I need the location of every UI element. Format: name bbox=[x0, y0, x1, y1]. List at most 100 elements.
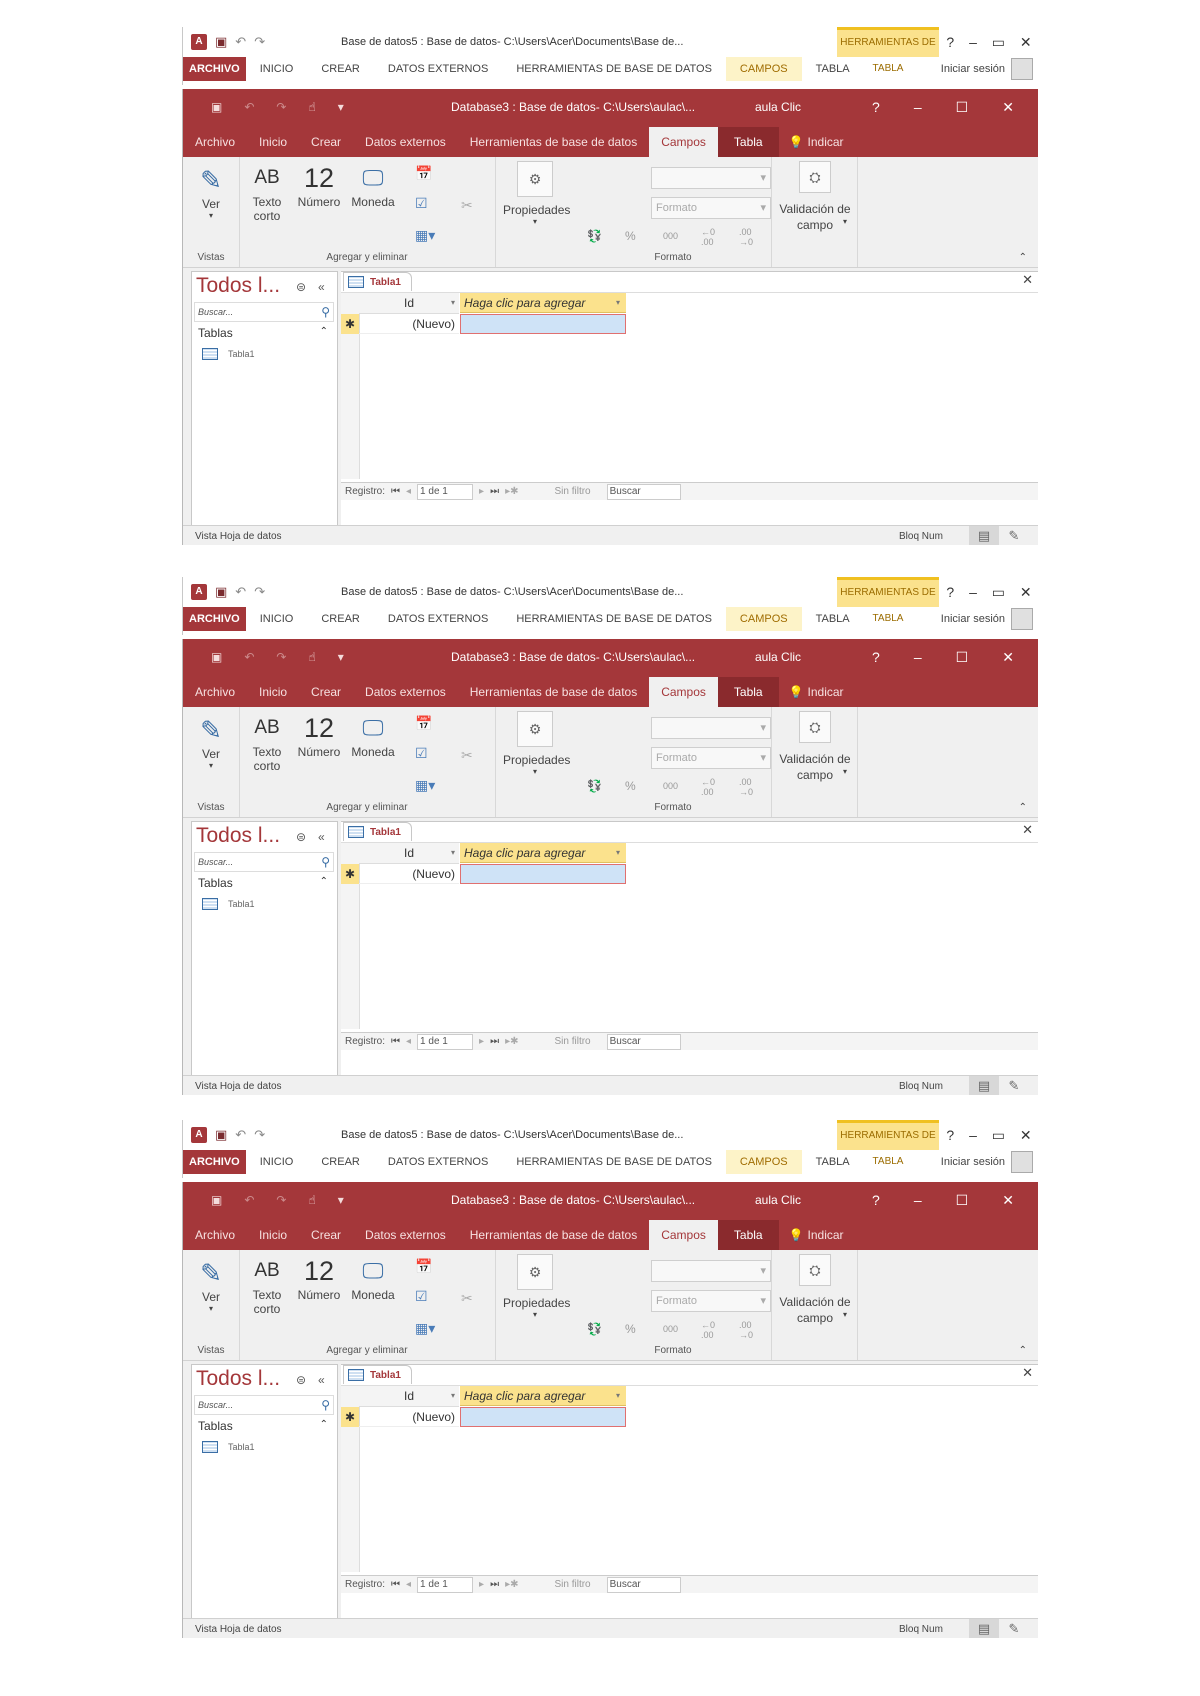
redo-icon[interactable]: ↷ bbox=[254, 1127, 265, 1143]
nav-pane-title[interactable]: Todos l... bbox=[196, 824, 280, 848]
redo-icon[interactable]: ↷ bbox=[276, 650, 286, 664]
increase-decimals-icon[interactable]: ←0.00 bbox=[701, 1320, 715, 1340]
user-name[interactable]: aula Clic bbox=[741, 100, 855, 114]
record-search-input[interactable]: Buscar bbox=[606, 1033, 681, 1050]
tab-datos-externos[interactable]: DATOS EXTERNOS bbox=[374, 1156, 502, 1168]
record-search-input[interactable]: Buscar bbox=[606, 1576, 681, 1593]
chevron-up-icon[interactable]: ⌃ bbox=[320, 326, 328, 337]
decrease-decimals-icon[interactable]: .00 →0 bbox=[739, 1320, 753, 1340]
new-record-marker-icon[interactable]: ✱ bbox=[341, 314, 359, 334]
tab-herramientas-de-base-de-datos[interactable]: HERRAMIENTAS DE BASE DE DATOS bbox=[502, 613, 726, 625]
view-button[interactable]: ✎ Ver ▾ bbox=[189, 1256, 233, 1313]
sign-in-label[interactable]: Iniciar sesión bbox=[941, 1156, 1005, 1168]
tab-datos-externos[interactable]: Datos externos bbox=[353, 1220, 458, 1250]
record-position-input[interactable]: 1 de 1 bbox=[417, 1576, 474, 1593]
minimize-icon[interactable]: – bbox=[914, 1192, 922, 1209]
collapse-pane-icon[interactable]: « bbox=[318, 1373, 325, 1387]
number-button[interactable]: 12 Número bbox=[293, 1254, 345, 1302]
help-button[interactable]: ? bbox=[946, 1127, 954, 1144]
nav-section-tablas[interactable]: Tablas ⌃ bbox=[198, 876, 328, 890]
column-header-id[interactable]: Id ▾ bbox=[359, 1386, 459, 1407]
comma-style-icon[interactable]: 000 bbox=[663, 1324, 678, 1334]
close-document-icon[interactable]: ✕ bbox=[1022, 1365, 1033, 1381]
help-button[interactable]: ? bbox=[872, 649, 880, 666]
nav-pane-title[interactable]: Todos l... bbox=[196, 1367, 280, 1391]
new-record-icon[interactable]: ▸✱ bbox=[505, 1036, 518, 1047]
tab-tabla[interactable]: Tabla bbox=[717, 677, 779, 707]
sign-in[interactable]: Iniciar sesión bbox=[941, 1151, 1038, 1173]
tab-inicio[interactable]: Inicio bbox=[247, 677, 299, 707]
data-type-dropdown[interactable]: ▾ bbox=[651, 1260, 771, 1282]
save-icon[interactable]: ▣ bbox=[211, 650, 222, 664]
close-icon[interactable]: ✕ bbox=[1020, 584, 1032, 601]
restore-icon[interactable]: ▭ bbox=[992, 1127, 1005, 1144]
record-position-input[interactable]: 1 de 1 bbox=[417, 483, 474, 500]
tab-inicio[interactable]: INICIO bbox=[246, 613, 308, 625]
tab-archivo[interactable]: ARCHIVO bbox=[183, 607, 246, 631]
save-icon[interactable]: ▣ bbox=[215, 584, 227, 600]
collapse-pane-icon[interactable]: « bbox=[318, 830, 325, 844]
selected-cell[interactable] bbox=[460, 1407, 626, 1427]
date-time-icon[interactable]: 📅 bbox=[415, 715, 432, 732]
delete-field-icon[interactable]: ✂ bbox=[461, 747, 473, 764]
chevron-down-icon[interactable]: ▾ bbox=[616, 1386, 620, 1406]
more-fields-icon[interactable]: ▦▾ bbox=[415, 1320, 435, 1337]
close-icon[interactable]: ✕ bbox=[1002, 1192, 1014, 1209]
column-header-add-field[interactable]: Haga clic para agregar ▾ bbox=[460, 1386, 626, 1406]
last-record-icon[interactable]: ⏭ bbox=[490, 1036, 499, 1047]
tab-tabla[interactable]: TABLA bbox=[802, 613, 864, 625]
datasheet-view-icon[interactable]: ▤ bbox=[969, 1619, 999, 1638]
previous-record-icon[interactable]: ◂ bbox=[406, 1036, 411, 1047]
tab-inicio[interactable]: INICIO bbox=[246, 63, 308, 75]
comma-style-icon[interactable]: 000 bbox=[663, 231, 678, 241]
tab-herramientas-de-base-de-datos[interactable]: Herramientas de base de datos bbox=[458, 127, 649, 157]
data-type-dropdown[interactable]: ▾ bbox=[651, 167, 771, 189]
undo-icon[interactable]: ↶ bbox=[235, 584, 246, 600]
tab-herramientas-de-base-de-datos[interactable]: Herramientas de base de datos bbox=[458, 677, 649, 707]
more-fields-icon[interactable]: ▦▾ bbox=[415, 777, 435, 794]
tab-tabla[interactable]: TABLA bbox=[802, 63, 864, 75]
touch-mode-icon[interactable]: ☝ bbox=[308, 650, 315, 664]
design-view-icon[interactable]: ✎ bbox=[999, 526, 1029, 545]
selected-cell[interactable] bbox=[460, 864, 626, 884]
new-record-id-cell[interactable]: (Nuevo) bbox=[359, 864, 459, 884]
close-icon[interactable]: ✕ bbox=[1002, 649, 1014, 666]
save-icon[interactable]: ▣ bbox=[211, 1193, 222, 1207]
tab-crear[interactable]: CREAR bbox=[307, 1156, 374, 1168]
maximize-icon[interactable]: ☐ bbox=[956, 649, 969, 666]
avatar-icon[interactable] bbox=[1011, 608, 1033, 630]
chevron-down-icon[interactable]: ▾ bbox=[451, 1386, 455, 1406]
sign-in[interactable]: Iniciar sesión bbox=[941, 608, 1038, 630]
close-document-icon[interactable]: ✕ bbox=[1022, 272, 1033, 288]
undo-icon[interactable]: ↶ bbox=[244, 100, 254, 114]
previous-record-icon[interactable]: ◂ bbox=[406, 486, 411, 497]
tab-campos[interactable]: CAMPOS bbox=[725, 1150, 802, 1174]
minimize-icon[interactable]: – bbox=[969, 34, 977, 51]
tell-me[interactable]: 💡 Indicar bbox=[779, 127, 844, 157]
more-fields-icon[interactable]: ▦▾ bbox=[415, 227, 435, 244]
selected-cell[interactable] bbox=[460, 314, 626, 334]
search-icon[interactable]: ⚲ bbox=[321, 303, 330, 321]
tab-inicio[interactable]: Inicio bbox=[247, 127, 299, 157]
nav-item-tabla1[interactable]: Tabla1 bbox=[202, 1441, 255, 1453]
tab-datos-externos[interactable]: DATOS EXTERNOS bbox=[374, 63, 502, 75]
search-icon[interactable]: ⚲ bbox=[321, 853, 330, 871]
close-icon[interactable]: ✕ bbox=[1020, 1127, 1032, 1144]
view-button[interactable]: ✎ Ver ▾ bbox=[189, 163, 233, 220]
minimize-icon[interactable]: – bbox=[914, 649, 922, 666]
currency-format-icon[interactable]: 💱 bbox=[587, 229, 602, 243]
tab-tabla[interactable]: Tabla bbox=[717, 127, 779, 157]
chevron-down-icon[interactable]: ▾ bbox=[616, 293, 620, 313]
help-button[interactable]: ? bbox=[946, 34, 954, 51]
next-record-icon[interactable]: ▸ bbox=[479, 1036, 484, 1047]
new-record-icon[interactable]: ▸✱ bbox=[505, 1579, 518, 1590]
filter-status[interactable]: Sin filtro bbox=[554, 1579, 590, 1590]
short-text-button[interactable]: AB Texto corto bbox=[245, 711, 289, 773]
collapse-ribbon-icon[interactable]: ⌃ bbox=[1019, 802, 1027, 813]
search-icon[interactable]: ⚲ bbox=[321, 1396, 330, 1414]
nav-menu-icon[interactable]: ⊜ bbox=[296, 830, 306, 844]
tab-datos-externos[interactable]: Datos externos bbox=[353, 677, 458, 707]
tab-campos[interactable]: Campos bbox=[649, 677, 718, 707]
chevron-up-icon[interactable]: ⌃ bbox=[320, 1419, 328, 1430]
percent-icon[interactable]: % bbox=[625, 1322, 636, 1336]
